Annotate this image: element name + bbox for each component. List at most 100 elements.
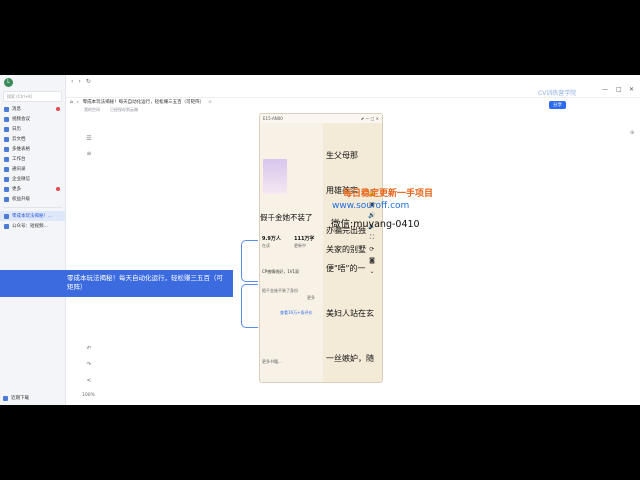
doc-title[interactable]: 零成本玩法揭秘！每天自动化运行，轻松赚三五百（可矩阵）	[83, 99, 205, 105]
mindmap-icon	[4, 213, 9, 219]
sidebar-item-label: 企业微信	[12, 177, 30, 182]
sidebar-item-messages[interactable]: 消息	[0, 104, 65, 114]
stat-readers: 9.9万人	[262, 236, 281, 242]
book-intro: 假千金她不装了身份	[262, 288, 298, 293]
sidebar-item-label: 权益升级	[12, 197, 30, 202]
book-cover[interactable]	[263, 159, 287, 194]
sidebar-doc-label: 零成本玩法揭秘！...	[12, 214, 53, 219]
share-button[interactable]: 分享	[549, 101, 566, 109]
outline-icon[interactable]: ☰	[85, 135, 93, 143]
recent-downloads-label: 近期下载	[11, 396, 29, 401]
contacts-icon	[4, 166, 9, 172]
sidebar-item-calendar[interactable]: 日历	[0, 124, 65, 134]
sidebar-item-docs[interactable]: 云文档	[0, 134, 65, 144]
save-status: 已经保存到云端	[110, 107, 138, 112]
doc-icon	[4, 136, 9, 142]
stat-words-label: 更新中	[294, 243, 306, 248]
overlay-text-url: www.souroff.com	[332, 201, 410, 211]
download-icon	[3, 395, 8, 401]
minimize-icon[interactable]: —	[602, 86, 608, 93]
watermark: CV训练营学院	[538, 90, 577, 97]
sidebar-item-label: 多维表格	[12, 147, 30, 152]
mindmap-branch	[241, 240, 258, 282]
grid-icon	[4, 156, 9, 162]
fit-icon[interactable]: <	[85, 377, 93, 385]
zoom-level[interactable]: 100%	[82, 393, 95, 398]
space-link[interactable]: 我的空间	[84, 107, 100, 113]
table-icon	[4, 146, 9, 152]
reader-line: 一丝嫉妒，随	[326, 354, 374, 363]
notification-badge	[56, 107, 60, 111]
chevron-down-icon[interactable]: ⌄	[369, 268, 374, 275]
doc-title-row: ⌂ › 零成本玩法揭秘！每天自动化运行，轻松赚三五百（可矩阵） ☆	[70, 99, 212, 106]
star-icon[interactable]: ☆	[208, 100, 212, 105]
book-tags: CP感情线好，1V1双	[262, 269, 300, 274]
upgrade-icon	[4, 196, 9, 202]
sidebar-top: L	[0, 75, 65, 89]
reader-line: 关家的别墅	[326, 245, 366, 254]
sidebar-item-wecom[interactable]: 企业微信	[0, 174, 65, 184]
phone-app-name: E15-AN00	[263, 116, 283, 121]
mindmap-branch	[241, 284, 258, 328]
more-link[interactable]: 更多	[307, 295, 315, 301]
overlay-text-wechat: 微信:muyang-0410	[331, 219, 420, 230]
stat-words: 111万字	[294, 236, 315, 242]
collapse-icon[interactable]: ⊕	[630, 130, 634, 136]
reader-line: 生父母那	[326, 151, 358, 160]
sidebar-doc-current[interactable]: 零成本玩法揭秘！...	[0, 211, 65, 221]
phone-titlebar: E15-AN00 ⬈ — □ ✕	[260, 114, 382, 123]
chevron-right-icon: ›	[76, 99, 79, 105]
more-icon	[4, 186, 9, 192]
book-title: 假千金她不装了	[260, 213, 313, 222]
sidebar-item-contacts[interactable]: 通讯录	[0, 164, 65, 174]
reviews-link[interactable]: 查看16万+条评价	[280, 310, 312, 316]
refresh-icon[interactable]: ↻	[86, 78, 91, 85]
sidebar-item-upgrade[interactable]: 权益升级	[0, 194, 65, 204]
doc-subtitle: 我的空间 已经保存到云端	[84, 107, 138, 113]
divider	[3, 207, 62, 208]
phone-window-controls[interactable]: ⬈ — □ ✕	[361, 116, 379, 121]
redo-icon[interactable]: ↷	[85, 361, 93, 369]
sidebar-item-tables[interactable]: 多维表格	[0, 144, 65, 154]
search-input[interactable]: 搜索 (Ctrl+K)	[3, 91, 62, 102]
rotate-icon[interactable]: ⟳	[369, 246, 374, 253]
doc-icon	[4, 223, 9, 229]
recent-downloads[interactable]: 近期下载	[3, 394, 29, 402]
mindmap-root-node[interactable]: 零成本玩法揭秘！每天自动化运行，轻松赚三五百（可矩阵）	[0, 270, 233, 297]
sidebar-item-label: 日历	[12, 127, 21, 132]
list-icon[interactable]: ≡	[85, 150, 93, 158]
video-icon	[4, 116, 9, 122]
phone-mirror-window: E15-AN00 ⬈ — □ ✕ 假千金她不装了 9.9万人 在读 111万字 …	[259, 113, 383, 383]
book-detail-panel: 假千金她不装了 9.9万人 在读 111万字 更新中 CP感情线好，1V1双 假…	[260, 123, 323, 382]
fullscreen-icon[interactable]: ⛶	[370, 234, 374, 242]
sidebar-doc-label: 公众号：短视频...	[12, 224, 48, 229]
sidebar-item-video[interactable]: 视频会议	[0, 114, 65, 124]
sidebar-item-label: 更多	[12, 187, 21, 192]
sidebar: L 搜索 (Ctrl+K) 消息 视频会议 日历 云文档 多维表格 工作台 通讯…	[0, 75, 66, 405]
chat-icon	[4, 106, 9, 112]
sidebar-item-label: 云文档	[12, 137, 26, 142]
home-icon[interactable]: ⌂	[70, 100, 73, 105]
forward-icon[interactable]: ›	[78, 78, 80, 85]
sidebar-item-label: 工作台	[12, 157, 26, 162]
undo-icon[interactable]: ↶	[85, 345, 93, 353]
sidebar-item-label: 视频会议	[12, 117, 30, 122]
reader-line: 便"唔"的一	[326, 264, 366, 273]
sidebar-item-label: 消息	[12, 107, 21, 112]
notification-badge	[56, 187, 60, 191]
sidebar-doc-item[interactable]: 公众号：短视频...	[0, 221, 65, 231]
recommend-label: 更多书籍...	[262, 359, 282, 364]
sidebar-item-workbench[interactable]: 工作台	[0, 154, 65, 164]
sidebar-item-label: 通讯录	[12, 167, 26, 172]
nav-row: ‹ › ↻	[66, 75, 640, 87]
calendar-icon	[4, 126, 9, 132]
stat-readers-label: 在读	[262, 243, 270, 248]
sidebar-item-more[interactable]: 更多	[0, 184, 65, 194]
camera-icon[interactable]: ◙	[369, 257, 375, 264]
avatar[interactable]: L	[4, 77, 13, 87]
close-icon[interactable]: ✕	[629, 86, 634, 93]
reader-line: 美妇人站在玄	[326, 309, 374, 318]
back-icon[interactable]: ‹	[71, 78, 73, 85]
wecom-icon	[4, 176, 9, 182]
maximize-icon[interactable]: □	[616, 86, 622, 93]
